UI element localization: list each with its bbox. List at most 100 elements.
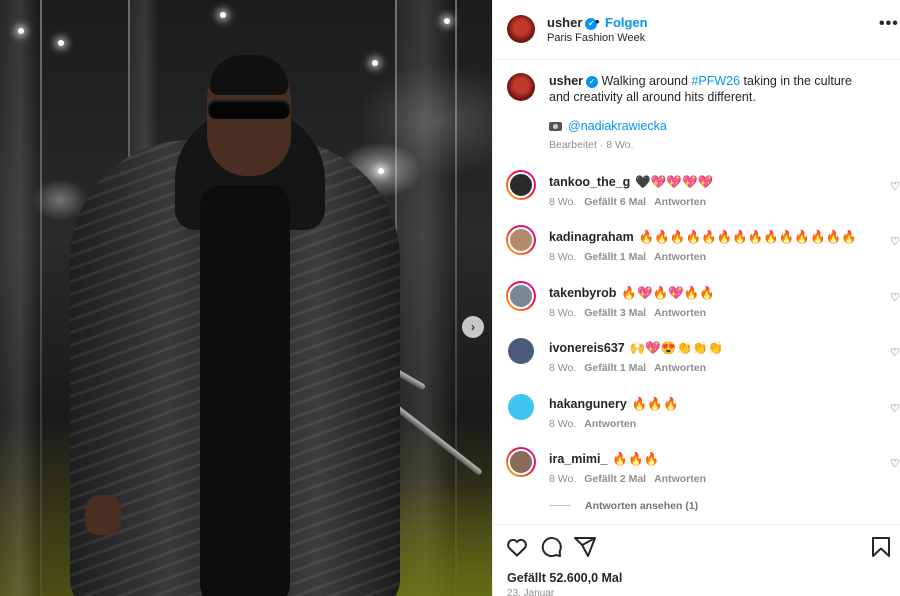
post-sidebar: usher ✓ • Folgen Paris Fashion Week ••• u… [492,0,900,596]
comment-likes[interactable]: Gefällt 1 Mal [584,362,646,374]
comment-username[interactable]: hakangunery [549,397,627,411]
caption-text-start: Walking around [601,74,692,88]
comment-avatar[interactable] [506,170,536,200]
comment-meta: 8 Wo. Antworten [549,418,644,430]
comment-item: tankoo_the_g 🖤💖💖💖💖 8 Wo. Gefällt 6 Mal Antwo… [493,170,900,218]
ceiling-light [58,40,64,46]
more-options-icon[interactable]: ••• [879,16,899,32]
comment-body: 🖤💖💖💖💖 [635,175,714,189]
comment-body: 🙌💖😍👏👏👏 [629,341,724,356]
comment-avatar[interactable] [506,280,536,311]
comment-item: hakangunery 🔥🔥🔥 8 Wo. Antworten ♡ [493,392,900,440]
author-username[interactable]: usher ✓ [547,15,598,30]
post-caption: usher ✓ Walking around #PFW26 taking in t… [549,73,869,105]
comment-like-heart-icon[interactable]: ♡ [890,402,900,415]
comment-age: 8 Wo. [549,473,577,485]
bookmark-icon[interactable] [869,535,893,559]
comment-like-heart-icon[interactable]: ♡ [890,291,900,304]
comment-text: kadinagraham 🔥🔥🔥🔥🔥🔥🔥🔥🔥🔥🔥🔥🔥🔥 [549,230,857,245]
post-date: 23. Januar [507,588,555,596]
credit-mention-link[interactable]: @nadiakrawiecka [568,119,667,133]
avatar-image [508,393,534,420]
comment-avatar[interactable] [506,225,536,256]
avatar[interactable] [507,15,535,43]
comment-age: 8 Wo. [549,306,577,319]
mirror-panel [0,0,40,596]
follow-button[interactable]: Folgen [605,15,648,30]
next-image-button[interactable]: › [462,316,484,338]
comment-icon[interactable] [539,535,563,559]
author-username-text[interactable]: usher [547,15,582,30]
reply-button[interactable]: Antworten [584,418,636,430]
avatar-image [508,227,534,254]
comment-username[interactable]: kadinagraham [549,230,634,244]
comment-avatar[interactable] [506,336,536,366]
comment-age: 8 Wo. [549,251,577,264]
caption-avatar[interactable] [507,73,535,101]
comment-likes[interactable]: Gefällt 1 Mal [584,251,646,263]
comment-like-heart-icon[interactable]: ♡ [890,235,900,248]
comment-meta: 8 Wo. Gefällt 6 Mal Antworten [549,196,714,208]
comment-body: 🔥🔥🔥🔥🔥🔥🔥🔥🔥🔥🔥🔥🔥🔥 [638,230,857,245]
comment-likes[interactable]: Gefällt 6 Mal [584,196,646,208]
reply-button[interactable]: Antworten [654,362,706,374]
sunglasses [208,99,290,119]
comment-body: 🔥🔥🔥 [631,396,679,411]
comment-like-heart-icon[interactable]: ♡ [890,346,900,359]
comment-like-heart-icon[interactable]: ♡ [890,180,900,193]
comment-item: ivonereis637 🙌💖😍👏👏👏 8 Wo. Gefällt 1 Mal Antw… [493,336,900,384]
reply-button[interactable]: Antworten [654,473,706,485]
avatar-image [508,449,534,475]
hashtag-link[interactable]: #PFW26 [691,74,740,88]
comment-item: kadinagraham 🔥🔥🔥🔥🔥🔥🔥🔥🔥🔥🔥🔥🔥🔥 8 Wo. Gefällt 1… [493,225,900,273]
avatar-image [508,282,534,309]
edited-timestamp: Bearbeitet · 8 Wo. [549,139,634,151]
comment-username[interactable]: ivonereis637 [549,341,625,355]
avatar-image [508,172,534,198]
location-link[interactable]: Paris Fashion Week [547,32,645,44]
separator: • [595,14,600,29]
caption-username[interactable]: usher [549,74,583,88]
comment-avatar[interactable] [506,392,536,422]
camera-icon [549,122,562,131]
comment-text: ivonereis637 🙌💖😍👏👏👏 [549,341,723,356]
person-hand [85,495,121,535]
comment-username[interactable]: takenbyrob [549,286,616,300]
comment-text: hakangunery 🔥🔥🔥 [549,397,679,412]
ceiling-light [378,168,384,174]
ceiling-light [372,60,378,66]
comment-username[interactable]: ira_mimi_ [549,452,607,466]
ceiling-light [18,28,24,34]
person-inner [200,185,290,596]
post-image[interactable]: › [0,0,492,596]
likes-count[interactable]: Gefällt 52.600,0 Mal [507,571,622,585]
reply-button[interactable]: Antworten [654,196,706,208]
comment-body: 🔥🔥🔥 [612,452,660,466]
avatar-image [508,338,534,365]
person-hair [210,55,288,95]
comment-likes[interactable]: Gefällt 2 Mal [584,473,646,485]
send-icon[interactable] [573,535,597,559]
chevron-right-icon: › [471,320,475,334]
view-replies-button[interactable]: Antworten ansehen (1) [549,500,698,512]
heart-icon[interactable] [505,535,529,559]
comment-meta: 8 Wo. Gefällt 1 Mal Antworten [549,251,714,263]
comment-age: 8 Wo. [549,362,577,375]
comment-text: tankoo_the_g 🖤💖💖💖💖 [549,175,713,190]
comment-age: 8 Wo. [549,196,577,208]
action-bar: Gefällt 52.600,0 Mal 23. Januar [493,524,900,596]
comment-meta: 8 Wo. Gefällt 2 Mal Antworten [549,473,714,485]
mirror-edge [40,0,42,596]
comment-avatar[interactable] [506,447,536,477]
comment-text: takenbyrob 🔥💖🔥💖🔥🔥 [549,286,715,301]
post-header: usher ✓ • Folgen Paris Fashion Week ••• [493,0,900,60]
comment-like-heart-icon[interactable]: ♡ [890,457,900,470]
comment-username[interactable]: tankoo_the_g [549,175,630,189]
comment-age: 8 Wo. [549,417,577,430]
comment-item: ira_mimi_ 🔥🔥🔥 8 Wo. Gefällt 2 Mal Antworten ♡ [493,447,900,495]
reply-button[interactable]: Antworten [654,307,706,319]
ceiling-light [220,12,226,18]
comment-likes[interactable]: Gefällt 3 Mal [584,307,646,319]
verified-badge-icon: ✓ [586,76,599,88]
reply-button[interactable]: Antworten [654,251,706,263]
